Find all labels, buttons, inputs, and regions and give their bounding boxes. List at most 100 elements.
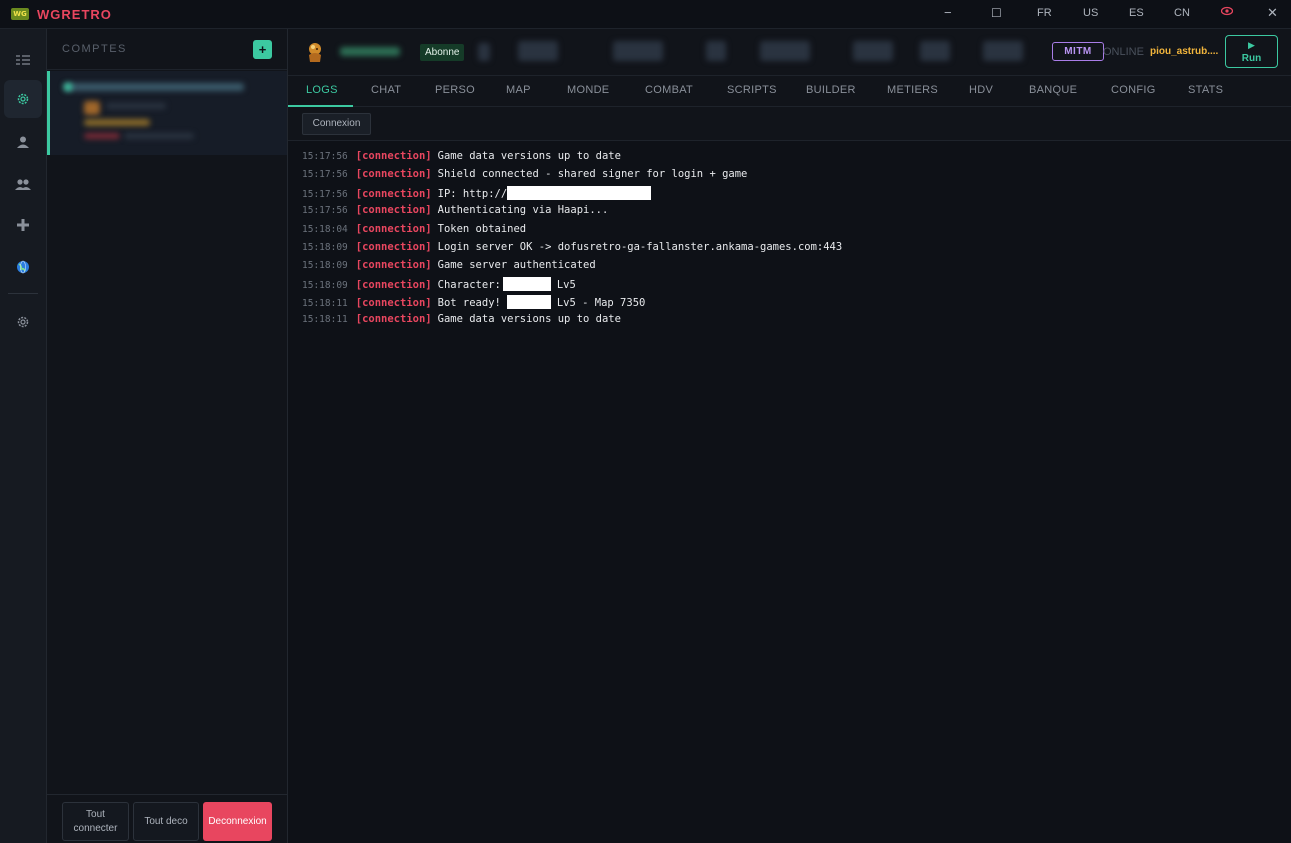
log-tag: [connection] [355,204,432,216]
tab-map[interactable]: MAP [506,84,531,96]
tab-monde[interactable]: MONDE [567,84,609,96]
mitm-badge[interactable]: MITM [1052,42,1104,61]
list-icon[interactable] [4,41,42,79]
log-time: 15:17:56 [302,169,348,180]
log-time: 15:17:56 [302,189,348,200]
disconnect-all-button[interactable]: Tout deco [133,802,199,841]
tab-metiers[interactable]: METIERS [887,84,938,96]
log-time: 15:18:04 [302,224,348,235]
log-message: Game data versions up to date [437,313,621,325]
app-title: WGRETRO [37,7,112,22]
character-avatar [305,41,325,63]
log-message-suffix: Lv5 - Map 7350 [556,297,646,309]
tab-banque[interactable]: BANQUE [1029,84,1077,96]
account-state-redacted [84,133,120,139]
account-info-redacted [106,103,166,109]
log-message: Login server OK -> dofusretro-ga-fallans… [437,241,843,253]
app-logo: WG [11,8,29,20]
maximize-icon[interactable]: ☐ [991,6,1002,20]
lang-es-button[interactable]: ES [1129,7,1144,19]
log-tag: [connection] [355,297,432,309]
tab-perso[interactable]: PERSO [435,84,475,96]
log-message: Shield connected - shared signer for log… [437,168,748,180]
log-tag: [connection] [355,241,432,253]
tab-stats[interactable]: STATS [1188,84,1223,96]
log-message: IP: http:// [437,188,508,200]
username-label: piou_astrub.... [1150,46,1219,57]
tab-chat[interactable]: CHAT [371,84,401,96]
eye-icon[interactable] [1220,6,1234,19]
title-bar: WG WGRETRO − ☐ FR US ES CN ✕ [0,0,1291,29]
stat-redacted-3 [613,41,663,61]
close-icon[interactable]: ✕ [1267,5,1278,21]
log-line: 15:18:04 [connection] Token obtained [302,223,526,237]
users-icon[interactable] [4,165,42,203]
user-icon[interactable] [4,123,42,161]
stat-redacted-1 [478,43,490,61]
log-line: 15:18:11 [connection] Bot ready! Lv5 - Map … [302,295,645,309]
log-line: 15:17:56 [connection] Authenticating via H… [302,204,608,218]
log-line: 15:18:11 [connection] Game data versions u… [302,313,621,327]
tab-bar: LOGS CHAT PERSO MAP MONDE COMBAT SCRIPTS… [288,76,1291,107]
log-tag: [connection] [355,168,432,180]
character-header: Abonne MITM ONLINE piou_astrub.... ▶ Run [288,29,1291,76]
stat-redacted-6 [853,41,893,61]
tab-scripts[interactable]: SCRIPTS [727,84,777,96]
character-name-redacted [340,47,400,56]
log-line: 15:17:56 [connection] IP: http:// [302,186,652,200]
rail-divider [8,293,38,294]
redacted-character [506,295,551,309]
log-tag: [connection] [355,313,432,325]
add-account-button[interactable]: + [253,40,272,59]
lang-fr-button[interactable]: FR [1037,7,1052,19]
stat-redacted-2 [518,41,558,61]
log-tag: [connection] [355,223,432,235]
stat-redacted-8 [983,41,1023,61]
gear-icon[interactable] [4,80,42,118]
plus-icon[interactable] [4,206,42,244]
log-time: 15:18:11 [302,314,348,325]
play-icon: ▶ [1248,40,1255,50]
log-message: Game server authenticated [437,259,596,271]
account-card[interactable] [47,71,287,155]
connect-all-button[interactable]: Tout connecter [62,802,129,841]
lang-us-button[interactable]: US [1083,7,1098,19]
tab-config[interactable]: CONFIG [1111,84,1156,96]
lang-cn-button[interactable]: CN [1174,7,1190,19]
logout-button[interactable]: Deconnexion [203,802,272,841]
settings-icon[interactable] [4,303,42,341]
stat-redacted-5 [760,41,810,61]
log-tag: [connection] [355,150,432,162]
log-line: 15:17:56 [connection] Game data versions u… [302,150,621,164]
log-line: 15:18:09 [connection] Login server OK -> d… [302,241,842,255]
run-label: Run [1241,53,1262,64]
log-message: Token obtained [437,223,527,235]
log-message: Authenticating via Haapi... [437,204,609,216]
log-time: 15:18:09 [302,242,348,253]
tab-combat[interactable]: COMBAT [645,84,693,96]
minimize-icon[interactable]: − [944,5,952,20]
filter-connexion-chip[interactable]: Connexion [302,113,371,135]
redacted-ip [507,186,652,200]
log-message-suffix: Lv5 [556,279,576,291]
tab-builder[interactable]: BUILDER [806,84,856,96]
log-line: 15:18:09 [connection] Game server authenti… [302,259,596,273]
log-tag: [connection] [355,188,432,200]
account-detail-redacted [84,119,150,126]
log-line: 15:17:56 [connection] Shield connected - s… [302,168,747,182]
log-time: 15:17:56 [302,151,348,162]
redacted-character [502,277,551,291]
log-time: 15:18:11 [302,298,348,309]
log-filter-bar: Connexion [288,107,1291,141]
log-message: Character: [437,279,501,291]
icon-rail [0,29,47,843]
account-name-redacted [64,83,244,91]
tab-logs[interactable]: LOGS [306,84,338,96]
globe-icon[interactable] [4,248,42,286]
accounts-panel: COMPTES + Tout connecter Tout deco Decon… [47,29,288,843]
run-button[interactable]: ▶ Run [1225,35,1278,68]
log-tag: [connection] [355,279,432,291]
account-avatar [84,101,100,115]
log-time: 15:18:09 [302,260,348,271]
tab-hdv[interactable]: HDV [969,84,993,96]
